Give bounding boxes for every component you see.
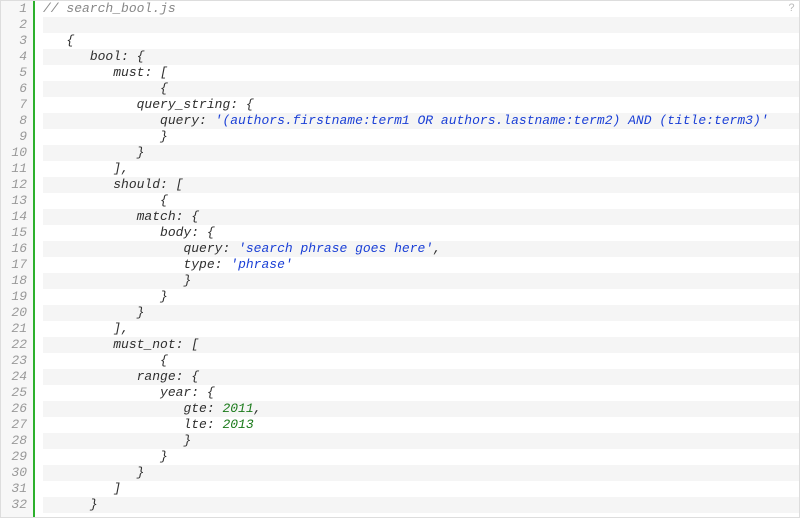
line-number: 14 bbox=[5, 209, 27, 225]
line-number: 21 bbox=[5, 321, 27, 337]
code-line: ] bbox=[43, 481, 799, 497]
code-line: } bbox=[43, 145, 799, 161]
line-number: 5 bbox=[5, 65, 27, 81]
line-number: 31 bbox=[5, 481, 27, 497]
code-line: body: { bbox=[43, 225, 799, 241]
line-number: 12 bbox=[5, 177, 27, 193]
code-line: } bbox=[43, 497, 799, 513]
code-line: } bbox=[43, 465, 799, 481]
line-number: 17 bbox=[5, 257, 27, 273]
line-number: 26 bbox=[5, 401, 27, 417]
code-line: bool: { bbox=[43, 49, 799, 65]
line-number: 4 bbox=[5, 49, 27, 65]
line-number: 28 bbox=[5, 433, 27, 449]
line-number: 13 bbox=[5, 193, 27, 209]
code-block: ? 12345678910111213141516171819202122232… bbox=[0, 0, 800, 518]
code-line: must_not: [ bbox=[43, 337, 799, 353]
code-line: query: '(authors.firstname:term1 OR auth… bbox=[43, 113, 799, 129]
help-icon[interactable]: ? bbox=[788, 3, 795, 15]
line-number: 11 bbox=[5, 161, 27, 177]
code-line: should: [ bbox=[43, 177, 799, 193]
code-line: year: { bbox=[43, 385, 799, 401]
line-number: 30 bbox=[5, 465, 27, 481]
code-line: } bbox=[43, 289, 799, 305]
code-line: { bbox=[43, 193, 799, 209]
code-line: } bbox=[43, 433, 799, 449]
code-line: must: [ bbox=[43, 65, 799, 81]
code-line: lte: 2013 bbox=[43, 417, 799, 433]
line-number: 29 bbox=[5, 449, 27, 465]
line-number: 10 bbox=[5, 145, 27, 161]
line-number: 1 bbox=[5, 1, 27, 17]
code-line: } bbox=[43, 129, 799, 145]
line-number: 25 bbox=[5, 385, 27, 401]
code-line: } bbox=[43, 273, 799, 289]
line-number: 23 bbox=[5, 353, 27, 369]
code-line: { bbox=[43, 353, 799, 369]
line-number: 15 bbox=[5, 225, 27, 241]
line-number: 7 bbox=[5, 97, 27, 113]
code-line: } bbox=[43, 449, 799, 465]
code-line: { bbox=[43, 33, 799, 49]
line-number: 20 bbox=[5, 305, 27, 321]
code-line: // search_bool.js bbox=[43, 1, 799, 17]
code-line bbox=[43, 17, 799, 33]
code-line: } bbox=[43, 305, 799, 321]
line-number: 22 bbox=[5, 337, 27, 353]
line-number: 18 bbox=[5, 273, 27, 289]
line-number: 24 bbox=[5, 369, 27, 385]
line-number: 3 bbox=[5, 33, 27, 49]
code-line: ], bbox=[43, 161, 799, 177]
line-number: 6 bbox=[5, 81, 27, 97]
line-number: 19 bbox=[5, 289, 27, 305]
code-line: match: { bbox=[43, 209, 799, 225]
line-number: 27 bbox=[5, 417, 27, 433]
code-line: type: 'phrase' bbox=[43, 257, 799, 273]
line-number: 16 bbox=[5, 241, 27, 257]
code-line: ], bbox=[43, 321, 799, 337]
code-line: range: { bbox=[43, 369, 799, 385]
line-number-gutter: 1234567891011121314151617181920212223242… bbox=[1, 1, 35, 517]
code-line: gte: 2011, bbox=[43, 401, 799, 417]
line-number: 9 bbox=[5, 129, 27, 145]
code-line: { bbox=[43, 81, 799, 97]
line-number: 2 bbox=[5, 17, 27, 33]
line-number: 8 bbox=[5, 113, 27, 129]
line-number: 32 bbox=[5, 497, 27, 513]
code-line: query_string: { bbox=[43, 97, 799, 113]
code-line: query: 'search phrase goes here', bbox=[43, 241, 799, 257]
code-content: // search_bool.js { bool: { must: [ { qu… bbox=[35, 1, 799, 517]
